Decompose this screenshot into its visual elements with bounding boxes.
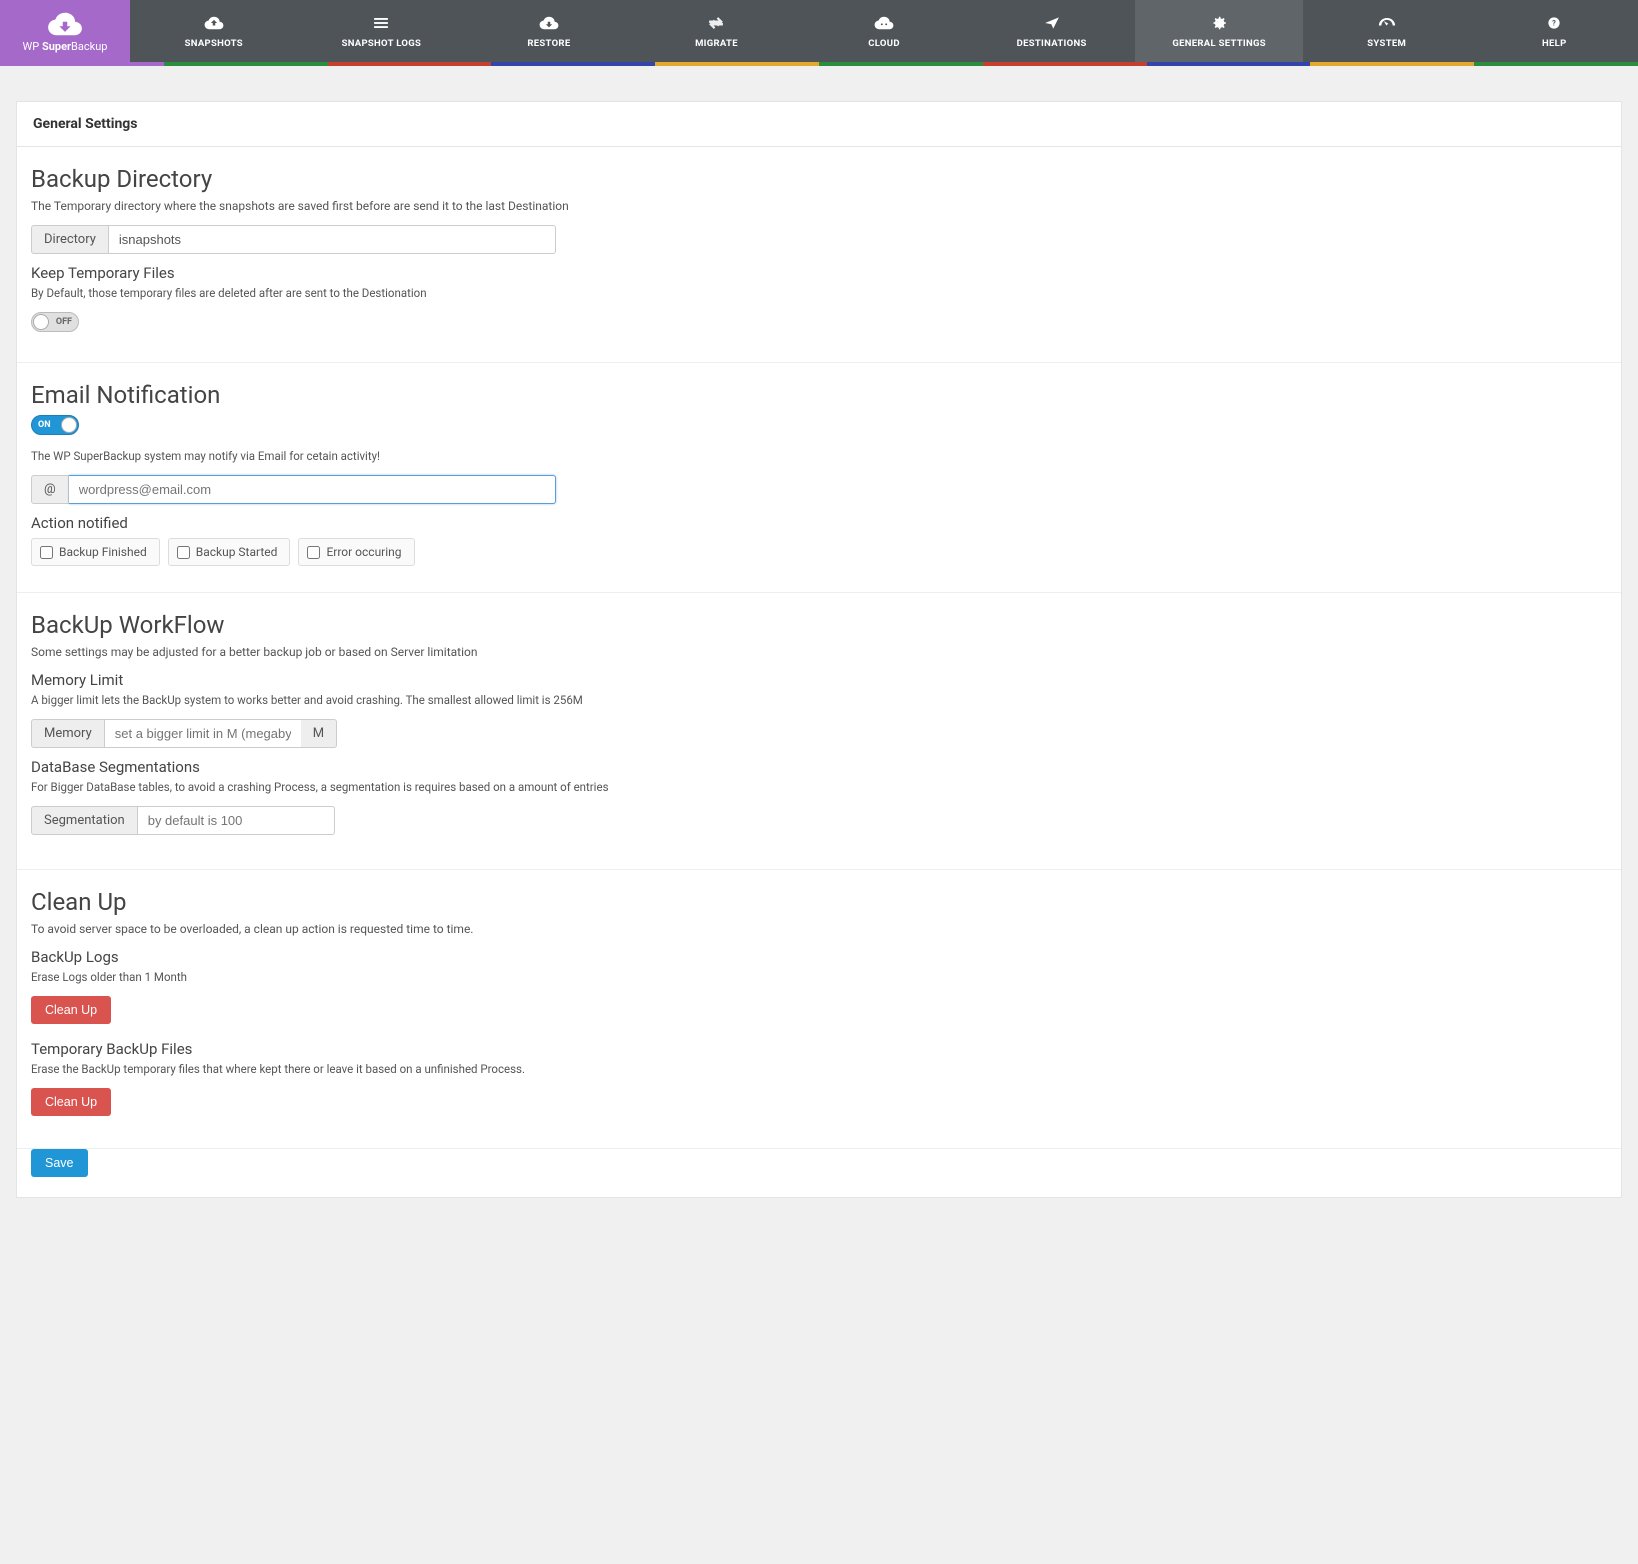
section-clean-up: Clean Up To avoid server space to be ove… xyxy=(17,870,1621,1149)
nav-general-settings[interactable]: GENERAL SETTINGS xyxy=(1135,0,1303,62)
email-sub: The WP SuperBackup system may notify via… xyxy=(31,449,1605,463)
settings-panel: General Settings Backup Directory The Te… xyxy=(16,101,1622,1198)
memory-input[interactable] xyxy=(105,719,301,748)
page-title: General Settings xyxy=(17,102,1621,147)
seg-input[interactable] xyxy=(138,806,335,835)
action-notified-heading: Action notified xyxy=(31,514,1605,532)
brand-text: WP SuperBackup xyxy=(23,40,108,53)
seg-addon: Segmentation xyxy=(31,806,138,835)
section-backup-workflow: BackUp WorkFlow Some settings may be adj… xyxy=(17,593,1621,870)
cleanup-temp-sub: Erase the BackUp temporary files that wh… xyxy=(31,1062,1605,1076)
cleanup-sub: To avoid server space to be overloaded, … xyxy=(31,922,1605,936)
memory-addon: Memory xyxy=(31,719,105,748)
memory-heading: Memory Limit xyxy=(31,671,1605,689)
nav-snapshots[interactable]: SNAPSHOTS xyxy=(130,0,298,62)
backup-dir-heading: Backup Directory xyxy=(31,165,1605,193)
svg-text:?: ? xyxy=(1552,18,1556,27)
directory-input[interactable] xyxy=(109,225,556,254)
save-button[interactable]: Save xyxy=(31,1149,88,1177)
nav-migrate[interactable]: MIGRATE xyxy=(633,0,801,62)
help-icon: ? xyxy=(1544,14,1564,32)
cleanup-temp-button[interactable]: Clean Up xyxy=(31,1088,111,1116)
section-backup-directory: Backup Directory The Temporary directory… xyxy=(17,147,1621,363)
email-heading: Email Notification xyxy=(31,381,1605,409)
nav-cloud[interactable]: CLOUD xyxy=(800,0,968,62)
workflow-sub: Some settings may be adjusted for a bett… xyxy=(31,645,1605,659)
migrate-icon xyxy=(706,14,726,32)
cleanup-logs-heading: BackUp Logs xyxy=(31,948,1605,966)
cleanup-temp-heading: Temporary BackUp Files xyxy=(31,1040,1605,1058)
cloud-icon xyxy=(874,14,894,32)
cloud-download-icon xyxy=(539,14,559,32)
cleanup-heading: Clean Up xyxy=(31,888,1605,916)
nav-restore[interactable]: RESTORE xyxy=(465,0,633,62)
brand-logo[interactable]: WP SuperBackup xyxy=(0,0,130,62)
nav-snapshot-logs[interactable]: SNAPSHOT LOGS xyxy=(298,0,466,62)
location-arrow-icon xyxy=(1042,14,1062,32)
nav-system[interactable]: SYSTEM xyxy=(1303,0,1471,62)
keep-temp-sub: By Default, those temporary files are de… xyxy=(31,286,1605,300)
check-backup-started[interactable]: Backup Started xyxy=(168,538,291,566)
cloud-upload-icon xyxy=(204,14,224,32)
dashboard-icon xyxy=(1377,14,1397,32)
email-toggle[interactable]: ON xyxy=(31,415,79,435)
section-email-notification: Email Notification ON The WP SuperBackup… xyxy=(17,363,1621,593)
memory-suffix: M xyxy=(301,719,337,748)
dir-addon: Directory xyxy=(31,225,109,254)
gear-icon xyxy=(1209,14,1229,32)
nav-destinations[interactable]: DESTINATIONS xyxy=(968,0,1136,62)
seg-sub: For Bigger DataBase tables, to avoid a c… xyxy=(31,780,1605,794)
email-input[interactable] xyxy=(69,475,556,504)
backup-dir-sub: The Temporary directory where the snapsh… xyxy=(31,199,1605,213)
top-nav: WP SuperBackup SNAPSHOTS SNAPSHOT LOGS R… xyxy=(0,0,1638,62)
workflow-heading: BackUp WorkFlow xyxy=(31,611,1605,639)
cloud-down-icon xyxy=(47,10,83,38)
color-stripe xyxy=(0,62,1638,66)
cleanup-logs-button[interactable]: Clean Up xyxy=(31,996,111,1024)
check-backup-finished[interactable]: Backup Finished xyxy=(31,538,160,566)
keep-temp-heading: Keep Temporary Files xyxy=(31,264,1605,282)
nav-help[interactable]: ? HELP xyxy=(1471,0,1638,62)
cleanup-logs-sub: Erase Logs older than 1 Month xyxy=(31,970,1605,984)
keep-temp-toggle[interactable]: OFF xyxy=(31,312,79,332)
seg-heading: DataBase Segmentations xyxy=(31,758,1605,776)
list-icon xyxy=(371,14,391,32)
memory-sub: A bigger limit lets the BackUp system to… xyxy=(31,693,1605,707)
email-addon: @ xyxy=(31,475,69,504)
check-error-occuring[interactable]: Error occuring xyxy=(298,538,414,566)
